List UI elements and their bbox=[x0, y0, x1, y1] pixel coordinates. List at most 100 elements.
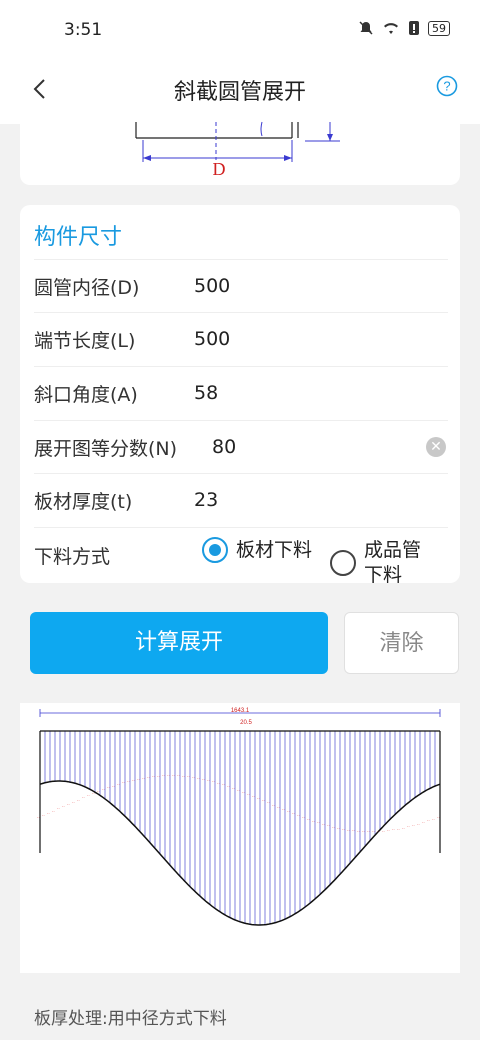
division-mark: ∙∙ bbox=[272, 802, 275, 808]
division-mark: ∙∙ bbox=[92, 791, 95, 797]
division-mark: ∙∙ bbox=[172, 773, 175, 779]
field-plate-thickness[interactable]: 板材厚度(t) 23 bbox=[34, 473, 448, 526]
page-title: 斜截圆管展开 bbox=[173, 80, 306, 105]
division-mark: ∙∙ bbox=[287, 809, 290, 815]
division-mark: ∙∙ bbox=[247, 792, 250, 798]
calculate-button[interactable]: 计算展开 bbox=[30, 612, 328, 674]
division-mark: ∙∙ bbox=[192, 775, 195, 781]
division-mark: ∙∙ bbox=[257, 796, 260, 802]
status-bar: 3:51 59 bbox=[0, 0, 480, 60]
clear-button[interactable]: 清除 bbox=[344, 612, 459, 674]
division-mark: ∙∙ bbox=[392, 827, 395, 833]
alert-icon bbox=[409, 21, 419, 35]
division-mark: ∙∙ bbox=[297, 813, 300, 819]
wifi-icon bbox=[384, 23, 398, 34]
division-mark: ∙∙ bbox=[232, 786, 235, 792]
field-value[interactable]: 500 bbox=[194, 275, 230, 297]
division-mark: ∙∙ bbox=[37, 814, 40, 820]
division-mark: ∙∙ bbox=[277, 805, 280, 811]
division-mark: ∙∙ bbox=[127, 779, 130, 785]
division-mark: ∙∙ bbox=[307, 817, 310, 823]
division-mark: ∙∙ bbox=[102, 787, 105, 793]
division-mark: ∙∙ bbox=[62, 804, 65, 810]
field-label: 板材厚度(t) bbox=[34, 490, 133, 513]
field-label: 端节长度(L) bbox=[34, 329, 136, 352]
division-mark: ∙∙ bbox=[402, 825, 405, 831]
status-icons: 59 bbox=[358, 20, 450, 36]
division-mark: ∙∙ bbox=[242, 790, 245, 796]
segment-length-label: 20.5 bbox=[240, 720, 252, 726]
field-end-length[interactable]: 端节长度(L) 500 bbox=[34, 312, 448, 365]
division-mark: ∙∙ bbox=[72, 800, 75, 806]
division-mark: ∙∙ bbox=[142, 775, 145, 781]
division-mark: ∙∙ bbox=[177, 773, 180, 779]
division-mark: ∙∙ bbox=[282, 807, 285, 813]
division-mark: ∙∙ bbox=[412, 823, 415, 829]
clear-field-icon[interactable]: ✕ bbox=[426, 437, 446, 457]
division-mark: ∙∙ bbox=[382, 828, 385, 834]
division-mark: ∙∙ bbox=[132, 778, 135, 784]
thickness-note: 板厚处理:用中径方式下料 bbox=[34, 1009, 227, 1029]
division-mark: ∙∙ bbox=[117, 782, 120, 788]
status-time: 3:51 bbox=[64, 20, 103, 40]
division-mark: ∙∙ bbox=[82, 795, 85, 801]
division-mark: ∙∙ bbox=[362, 829, 365, 835]
field-label: 展开图等分数(N) bbox=[34, 437, 178, 460]
division-mark: ∙∙ bbox=[367, 829, 370, 835]
field-bevel-angle[interactable]: 斜口角度(A) 58 bbox=[34, 366, 448, 419]
division-mark: ∙∙ bbox=[352, 828, 355, 834]
division-mark: ∙∙ bbox=[222, 782, 225, 788]
division-mark: ∙∙ bbox=[97, 789, 100, 795]
field-value[interactable]: 23 bbox=[194, 489, 218, 511]
division-mark: ∙∙ bbox=[107, 785, 110, 791]
field-value[interactable]: 80 bbox=[212, 436, 236, 458]
field-divisions[interactable]: 展开图等分数(N) 80 ✕ bbox=[34, 420, 448, 473]
field-value[interactable]: 500 bbox=[194, 328, 230, 350]
pipe-diagram: D bbox=[135, 121, 340, 179]
radio-plate-material[interactable] bbox=[202, 537, 228, 563]
diagram-card: D bbox=[20, 110, 460, 185]
division-mark: ∙∙ bbox=[432, 816, 435, 822]
division-mark: ∙∙ bbox=[42, 812, 45, 818]
division-mark: ∙∙ bbox=[152, 774, 155, 780]
division-mark: ∙∙ bbox=[427, 818, 430, 824]
division-mark: ∙∙ bbox=[202, 777, 205, 783]
division-mark: ∙∙ bbox=[347, 827, 350, 833]
division-mark: ∙∙ bbox=[407, 824, 410, 830]
division-mark: ∙∙ bbox=[217, 781, 220, 787]
field-inner-diameter[interactable]: 圆管内径(D) 500 bbox=[34, 259, 448, 312]
field-label: 圆管内径(D) bbox=[34, 276, 140, 299]
division-mark: ∙∙ bbox=[227, 784, 230, 790]
division-mark: ∙∙ bbox=[267, 800, 270, 806]
division-mark: ∙∙ bbox=[167, 773, 170, 779]
division-mark: ∙∙ bbox=[197, 776, 200, 782]
division-mark: ∙∙ bbox=[332, 824, 335, 830]
division-mark: ∙∙ bbox=[437, 814, 440, 820]
division-mark: ∙∙ bbox=[182, 774, 185, 780]
radio-plate-material-label: 板材下料 bbox=[236, 539, 313, 561]
radio-finished-pipe-label: 成品管下料 bbox=[364, 539, 422, 586]
division-mark: ∙∙ bbox=[122, 780, 125, 786]
division-mark: ∙∙ bbox=[212, 779, 215, 785]
field-label: 斜口角度(A) bbox=[34, 383, 138, 406]
division-mark: ∙∙ bbox=[77, 797, 80, 803]
svg-text:?: ? bbox=[443, 79, 450, 94]
division-mark: ∙∙ bbox=[312, 819, 315, 825]
hatch-lines bbox=[39, 731, 441, 925]
field-value[interactable]: 58 bbox=[194, 382, 218, 404]
division-mark: ∙∙ bbox=[357, 829, 360, 835]
division-mark: ∙∙ bbox=[237, 788, 240, 794]
material-label: 下料方式 bbox=[34, 546, 111, 568]
division-mark: ∙∙ bbox=[417, 821, 420, 827]
division-mark: ∙∙ bbox=[157, 773, 160, 779]
division-mark: ∙∙ bbox=[47, 810, 50, 816]
help-icon[interactable]: ? bbox=[436, 75, 458, 97]
division-mark: ∙∙ bbox=[52, 808, 55, 814]
division-mark: ∙∙ bbox=[162, 773, 165, 779]
radio-finished-pipe[interactable] bbox=[330, 550, 356, 576]
section-title: 构件尺寸 bbox=[34, 225, 123, 250]
division-mark: ∙∙ bbox=[397, 826, 400, 832]
division-mark: ∙∙ bbox=[292, 811, 295, 817]
unfold-pattern-svg: 1643.1 20.5 ∙∙ ∙∙ ∙∙ ∙∙ ∙∙ ∙∙ ∙∙ ∙∙ ∙∙ ∙∙ ∙∙ ∙∙ ∙∙ ∙∙… bbox=[37, 708, 441, 926]
division-mark: ∙∙ bbox=[207, 778, 210, 784]
